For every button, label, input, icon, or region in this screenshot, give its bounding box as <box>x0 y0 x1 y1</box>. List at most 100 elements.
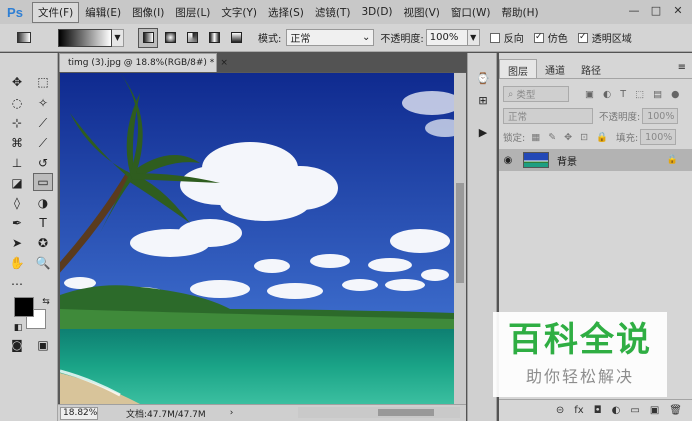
hand-tool-icon[interactable]: ✋ <box>7 254 27 272</box>
chevron-down-icon[interactable]: ▼ <box>467 29 480 46</box>
minimize-icon[interactable]: — <box>626 2 642 18</box>
menu-type[interactable]: 文字(Y) <box>216 3 262 22</box>
type-filter-icon[interactable]: T <box>620 89 626 100</box>
actions-play-icon[interactable]: ▶ <box>476 125 490 139</box>
history-panel-icon[interactable]: ⌚ <box>476 71 490 85</box>
menu-select[interactable]: 选择(S) <box>263 3 309 22</box>
default-colors-icon[interactable]: ◧ <box>8 319 28 337</box>
angle-gradient-button[interactable] <box>182 28 202 48</box>
tab-layers[interactable]: 图层 <box>499 59 537 78</box>
lock-position-icon[interactable]: ✥ <box>564 132 572 143</box>
properties-panel-icon[interactable]: ⊞ <box>476 93 490 107</box>
healing-brush-tool-icon[interactable]: ⌘ <box>7 134 27 152</box>
tab-paths[interactable]: 路径 <box>573 59 609 78</box>
shape-tool-icon[interactable]: ✪ <box>33 234 53 252</box>
transparency-checkbox[interactable]: ✓ 透明区域 <box>577 30 632 45</box>
gradient-swatch[interactable] <box>58 28 112 47</box>
status-menu-arrow-icon[interactable]: › <box>230 408 234 418</box>
menu-edit[interactable]: 编辑(E) <box>80 3 126 22</box>
smart-object-filter-icon[interactable]: ▤ <box>653 89 662 100</box>
adjustment-layer-icon[interactable]: ◐ <box>612 405 621 416</box>
screen-mode-icon[interactable]: ▣ <box>33 336 53 354</box>
more-tools-icon[interactable]: ⋯ <box>7 275 27 293</box>
clone-stamp-tool-icon[interactable]: ⊥ <box>7 154 27 172</box>
foreground-color-swatch[interactable] <box>14 297 34 317</box>
new-layer-icon[interactable]: ▣ <box>650 405 659 416</box>
brush-tool-icon[interactable]: ⟋ <box>33 134 53 152</box>
new-group-icon[interactable]: ▭ <box>630 405 639 416</box>
quick-mask-icon[interactable]: ◙ <box>7 336 27 354</box>
lock-artboard-icon[interactable]: ⊡ <box>580 132 588 143</box>
path-selection-tool-icon[interactable]: ➤ <box>7 234 27 252</box>
adjustment-filter-icon[interactable]: ◐ <box>603 89 611 100</box>
menu-layer[interactable]: 图层(L) <box>170 3 215 22</box>
document-info: 文档:47.7M/47.7M <box>126 409 206 420</box>
image-canvas[interactable] <box>60 73 454 404</box>
maximize-icon[interactable]: □ <box>648 2 664 18</box>
panel-tabs: 图层 通道 路径 <box>499 59 692 79</box>
type-tool-icon[interactable]: T <box>33 214 53 232</box>
eyedropper-tool-icon[interactable]: ⟋ <box>33 114 53 132</box>
blend-mode-select[interactable]: 正常 <box>503 108 593 124</box>
shape-filter-icon[interactable]: ⬚ <box>635 89 644 100</box>
zoom-level-input[interactable]: 18.82% <box>60 406 98 420</box>
link-layers-icon[interactable]: ⊝ <box>556 405 564 416</box>
magic-wand-tool-icon[interactable]: ✧ <box>33 94 53 112</box>
fill-input[interactable]: 100% <box>640 129 677 145</box>
dither-checkbox[interactable]: ✓ 仿色 <box>533 30 568 45</box>
close-icon[interactable]: × <box>220 58 228 68</box>
lock-image-icon[interactable]: ✎ <box>548 132 556 143</box>
layer-filter-select[interactable]: ⌕ 类型 <box>503 86 569 102</box>
document-tab[interactable]: timg (3).jpg @ 18.8%(RGB/8#) * × <box>59 53 228 72</box>
add-mask-icon[interactable]: ◘ <box>594 405 602 416</box>
lasso-tool-icon[interactable]: ◌ <box>7 94 27 112</box>
scrollbar-thumb[interactable] <box>378 409 434 416</box>
tool-preset-picker[interactable] <box>10 27 38 49</box>
lock-all-icon[interactable]: 🔒 <box>596 132 608 143</box>
blur-tool-icon[interactable]: ◊ <box>7 194 27 212</box>
image-filter-icon[interactable]: ▣ <box>585 89 594 100</box>
delete-layer-icon[interactable]: 🗑 <box>669 405 682 416</box>
swap-colors-icon[interactable]: ⇆ <box>36 293 56 311</box>
reverse-checkbox[interactable]: 反向 <box>489 30 524 45</box>
filter-toggle-icon[interactable]: ● <box>671 89 679 100</box>
gradient-tool-icon[interactable]: ▭ <box>33 173 53 191</box>
diamond-gradient-button[interactable] <box>226 28 246 48</box>
dodge-tool-icon[interactable]: ◑ <box>33 194 53 212</box>
move-tool-icon[interactable]: ✥ <box>7 73 27 91</box>
menu-3d[interactable]: 3D(D) <box>356 4 397 20</box>
menu-window[interactable]: 窗口(W) <box>446 3 496 22</box>
reflected-gradient-button[interactable] <box>204 28 224 48</box>
menu-file[interactable]: 文件(F) <box>32 1 80 23</box>
marquee-tool-icon[interactable]: ⬚ <box>33 73 53 91</box>
opacity-input[interactable]: 100% <box>425 29 468 46</box>
lock-transparent-icon[interactable]: ▦ <box>531 132 540 143</box>
close-icon[interactable]: ✕ <box>670 2 686 18</box>
radial-gradient-button[interactable] <box>160 28 180 48</box>
history-brush-tool-icon[interactable]: ↺ <box>33 154 53 172</box>
mode-select[interactable]: 正常 ⌄ <box>286 29 375 46</box>
layer-style-icon[interactable]: fx <box>574 405 583 416</box>
zoom-tool-icon[interactable]: 🔍 <box>33 254 53 272</box>
eye-icon[interactable]: ◉ <box>499 155 517 166</box>
crop-tool-icon[interactable]: ⊹ <box>7 114 27 132</box>
eraser-tool-icon[interactable]: ◪ <box>7 174 27 192</box>
tab-channels[interactable]: 通道 <box>537 59 573 78</box>
document-title: timg (3).jpg @ 18.8%(RGB/8#) * <box>68 58 215 68</box>
blend-row: 正常 不透明度: 100% <box>503 107 688 125</box>
tools-panel: ✥ ⬚ ◌ ✧ ⊹ ⟋ ⌘ ⟋ ⊥ ↺ ◪ ▭ ◊ ◑ ✒ T ➤ ✪ ✋ 🔍 … <box>0 53 58 421</box>
panel-menu-icon[interactable]: ≡ <box>678 62 686 73</box>
layer-opacity-input[interactable]: 100% <box>642 108 679 124</box>
linear-gradient-button[interactable] <box>138 27 158 48</box>
layer-background[interactable]: ◉ 背景 🔒 <box>499 149 692 171</box>
menu-image[interactable]: 图像(I) <box>127 3 169 22</box>
menu-filter[interactable]: 滤镜(T) <box>310 3 356 22</box>
menu-help[interactable]: 帮助(H) <box>497 3 544 22</box>
pen-tool-icon[interactable]: ✒ <box>7 214 27 232</box>
chevron-down-icon[interactable]: ▼ <box>112 28 124 47</box>
gradient-tool-icon <box>17 32 31 43</box>
menu-view[interactable]: 视图(V) <box>399 3 445 22</box>
scrollbar-thumb[interactable] <box>456 183 464 283</box>
vertical-scrollbar[interactable] <box>454 73 466 404</box>
horizontal-scrollbar[interactable] <box>298 407 460 418</box>
